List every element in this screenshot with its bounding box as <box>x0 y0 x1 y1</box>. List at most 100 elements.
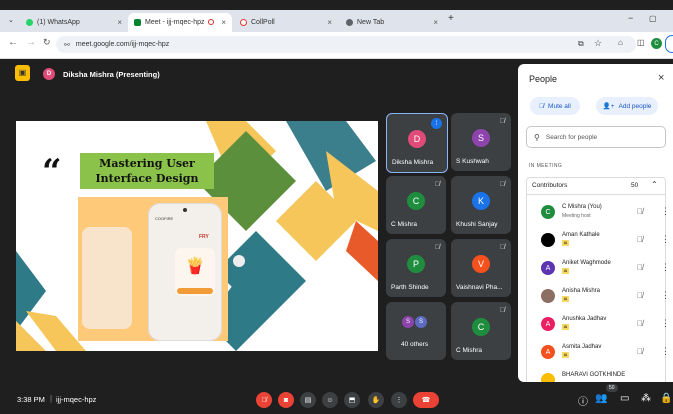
more-options-button[interactable]: ⋮ <box>391 392 407 408</box>
list-item[interactable]: C C Mishra (You) Meeting host 🎙̸ ⋮ <box>527 199 673 227</box>
mic-off-button[interactable]: 🎙̸ <box>256 392 272 408</box>
camera-off-button[interactable]: ◙ <box>278 392 294 408</box>
list-item[interactable]: A Anushka Jadhav Ai 🎙̸ ⋮ <box>527 311 673 339</box>
more-options-icon[interactable]: ⋮ <box>661 234 670 245</box>
participant-tile[interactable]: 🎙̸ C C Mishra <box>451 302 511 360</box>
new-tab-plus-icon[interactable]: + <box>448 13 454 24</box>
sidepanel-icon[interactable]: ◫ <box>637 38 645 47</box>
people-panel: People × 🎙̸ Mute all 👤+ Add people ⚲ Sea… <box>518 64 673 382</box>
host-controls-icon[interactable]: 🔒 <box>660 393 672 404</box>
others-tile[interactable]: S S 40 others <box>386 302 446 360</box>
list-item[interactable]: BHARAVI GOTKHINDE <box>527 367 673 382</box>
emoji-button[interactable]: ☺ <box>322 392 338 408</box>
leave-call-button[interactable]: ☎ <box>413 392 439 408</box>
muted-mic-icon[interactable]: 🎙̸ <box>637 263 643 272</box>
speaking-icon: ⁞ <box>431 118 442 129</box>
mute-all-button[interactable]: 🎙̸ Mute all <box>530 97 580 115</box>
collpoll-icon <box>240 19 247 26</box>
present-button[interactable]: ⬒ <box>344 392 360 408</box>
close-tab-icon[interactable]: × <box>433 18 438 27</box>
participant-name: Khushi Sanjay <box>456 221 498 228</box>
badge-icon: Ai <box>562 296 569 302</box>
list-item[interactable]: A Asmita Jadhav Ai 🎙̸ ⋮ <box>527 339 673 367</box>
participant-tile[interactable]: 🎙̸ C C Mishra <box>386 176 446 234</box>
tab-whatsapp[interactable]: (1) WhatsApp × <box>20 13 128 32</box>
participant-tile[interactable]: 🎙̸ K Khushi Sanjay <box>451 176 511 234</box>
mute-all-label: Mute all <box>548 102 571 110</box>
participant-tile[interactable]: 🎙̸ V Vaishnavi Pha... <box>451 239 511 297</box>
tab-meet[interactable]: Meet - ijj-mqec-hpz × <box>128 13 232 32</box>
tab-collpoll[interactable]: CollPoll × <box>234 13 338 32</box>
tab-label: (1) WhatsApp <box>37 19 80 26</box>
more-options-icon[interactable]: ⋮ <box>661 262 670 273</box>
person-name: Anisha Mishra <box>562 288 601 294</box>
forward-icon[interactable]: → <box>26 37 36 48</box>
cast-icon[interactable]: ⧉ <box>578 39 584 49</box>
list-item[interactable]: Anisha Mishra Ai 🎙̸ ⋮ <box>527 283 673 311</box>
more-options-icon[interactable]: ⋮ <box>661 346 670 357</box>
site-info-icon[interactable]: ⚯ <box>64 41 70 49</box>
profile-ring <box>665 35 673 53</box>
close-tab-icon[interactable]: × <box>117 18 122 27</box>
search-people-input[interactable]: ⚲ Search for people <box>526 126 666 148</box>
info-icon[interactable]: ⓘ <box>578 393 588 408</box>
more-options-icon[interactable]: ⋮ <box>661 206 670 217</box>
close-tab-icon[interactable]: × <box>221 18 226 27</box>
hang-up-icon: ☎ <box>421 397 431 404</box>
activities-icon[interactable]: ⁂ <box>641 393 651 404</box>
recording-icon <box>208 19 214 25</box>
more-options-icon[interactable]: ⋮ <box>661 318 670 329</box>
close-panel-icon[interactable]: × <box>658 72 664 84</box>
url-field[interactable]: ⚯ meet.google.com/ijj-mqec-hpz <box>56 36 636 53</box>
close-tab-icon[interactable]: × <box>327 18 332 27</box>
shared-slide: “ Mastering User Interface Design COOFIR… <box>16 121 378 351</box>
muted-mic-icon[interactable]: 🎙̸ <box>637 347 643 356</box>
profile-avatar[interactable]: C <box>651 38 662 49</box>
reload-icon[interactable]: ↻ <box>43 37 51 48</box>
participant-name: C Mishra <box>456 347 483 354</box>
muted-mic-icon[interactable]: 🎙̸ <box>637 207 643 216</box>
bookmark-star-icon[interactable]: ☆ <box>594 38 602 49</box>
badge-icon: Ai <box>562 352 569 358</box>
tab-new-tab[interactable]: New Tab × <box>340 13 444 32</box>
meeting-time: 3:38 PM <box>17 395 45 404</box>
back-icon[interactable]: ← <box>8 37 18 48</box>
participant-avatar: V <box>472 255 490 273</box>
badge-icon: Ai <box>562 240 569 246</box>
contributors-header[interactable]: Contributors 50 ⌃ <box>526 177 666 195</box>
slide-title-box: Mastering User Interface Design <box>80 153 214 189</box>
list-item[interactable]: Aman Kathale Ai 🎙̸ ⋮ <box>527 227 673 255</box>
participant-avatar: P <box>407 255 425 273</box>
browser-tabstrip: ⌄ (1) WhatsApp × Meet - ijj-mqec-hpz × C… <box>0 10 673 32</box>
participant-avatar: C <box>472 318 490 336</box>
participant-tile[interactable]: 🎙̸ P Parth Shinde <box>386 239 446 297</box>
list-item[interactable]: A Aniket Waghmode Ai 🎙̸ ⋮ <box>527 255 673 283</box>
muted-mic-icon: 🎙̸ <box>434 244 440 251</box>
participant-tile[interactable]: ⁞ D Diksha Mishra <box>386 113 448 173</box>
chat-icon[interactable]: ▭ <box>620 393 629 404</box>
muted-mic-icon[interactable]: 🎙̸ <box>637 235 643 244</box>
person-name: Aman Kathale <box>562 232 600 238</box>
muted-mic-icon[interactable]: 🎙̸ <box>637 319 643 328</box>
people-icon[interactable]: 👥 <box>595 393 607 404</box>
muted-mic-icon[interactable]: 🎙̸ <box>637 291 643 300</box>
chevron-up-icon[interactable]: ⌃ <box>651 180 658 189</box>
participant-tile[interactable]: 🎙̸ S S Kushwah <box>451 113 511 171</box>
presenter-label: D Diksha Mishra (Presenting) <box>38 67 160 81</box>
tab-label: CollPoll <box>251 19 275 26</box>
captions-button[interactable]: ▤ <box>300 392 316 408</box>
participant-avatar: S <box>472 129 490 147</box>
presenting-icon[interactable]: ▣ <box>15 65 30 81</box>
minimize-icon[interactable]: − <box>628 13 633 23</box>
participant-avatar: S <box>402 316 414 328</box>
person-avatar: A <box>541 345 555 359</box>
maximize-icon[interactable]: ▢ <box>649 14 657 23</box>
extensions-icon[interactable]: ⌂ <box>618 38 623 47</box>
tab-list-chevron-icon[interactable]: ⌄ <box>8 16 14 24</box>
phone-mockup-back <box>82 227 132 329</box>
add-people-button[interactable]: 👤+ Add people <box>596 97 658 115</box>
raise-hand-button[interactable]: ✋ <box>368 392 384 408</box>
person-avatar <box>541 289 555 303</box>
more-vert-icon: ⋮ <box>395 397 403 404</box>
more-options-icon[interactable]: ⋮ <box>661 290 670 301</box>
